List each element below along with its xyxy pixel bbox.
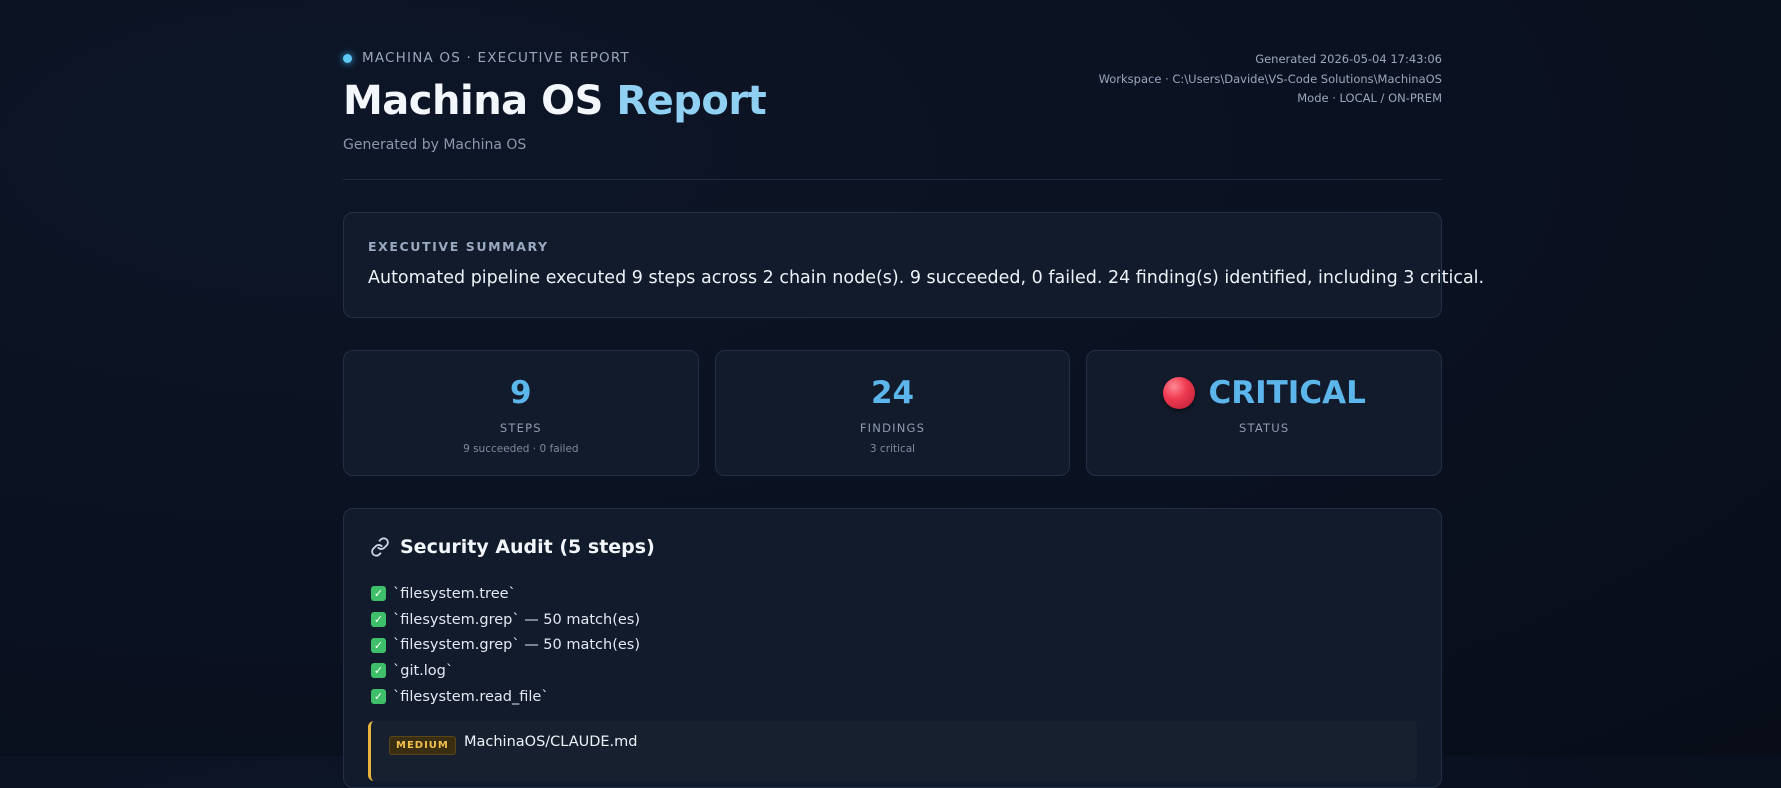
status-dot-icon [343,53,352,63]
stat-card-findings: 24 FINDINGS 3 critical [714,350,1071,476]
eyebrow-label: MACHINA OS · EXECUTIVE REPORT [362,50,630,66]
section-title: Security Audit (5 steps) [370,536,655,558]
title-accent: Report [616,78,767,124]
step-label: `git.log` [393,662,454,679]
list-item: ✓ `filesystem.tree` [371,581,640,607]
executive-summary-card: EXECUTIVE SUMMARY Automated pipeline exe… [343,212,1484,318]
page-subtitle: Generated by Machina OS [343,137,527,153]
stat-value: 9 [510,375,532,411]
list-item: ✓ `filesystem.read_file` [371,684,640,710]
check-icon: ✓ [371,612,386,628]
severity-badge: MEDIUM [389,736,456,755]
section-title-text: Security Audit (5 steps) [400,536,655,558]
steps-list: ✓ `filesystem.tree` ✓ `filesystem.grep` — … [371,581,640,709]
page-title: Machina OS Report [343,78,767,124]
check-icon: ✓ [371,663,386,679]
critical-indicator-icon [1162,377,1195,409]
list-item: ✓ `git.log` [371,658,640,684]
check-icon: ✓ [371,689,386,705]
check-icon: ✓ [371,586,386,602]
step-label: `filesystem.grep` — 50 match(es) [393,611,641,628]
stat-name: STEPS [499,421,542,435]
report-eyebrow: MACHINA OS · EXECUTIVE REPORT [343,50,630,66]
report-meta: Generated 2026-05-04 17:43:06 Workspace … [1099,50,1442,109]
finding-file: MachinaOS/CLAUDE.md [464,734,638,750]
title-main: Machina OS [343,78,617,124]
stat-name: FINDINGS [859,421,926,435]
check-icon: ✓ [371,637,386,653]
step-label: `filesystem.grep` — 50 match(es) [393,637,641,654]
report-header: MACHINA OS · EXECUTIVE REPORT Machina OS… [343,48,1442,180]
meta-mode: Mode · LOCAL / ON-PREM [1297,91,1442,105]
meta-generated: Generated 2026-05-04 17:43:06 [1255,52,1442,66]
stat-card-status: CRITICAL STATUS [1086,350,1443,476]
meta-workspace: Workspace · C:\Users\Davide\VS-Code Solu… [1098,71,1442,86]
stat-sub: 3 critical [869,443,916,455]
finding-card[interactable]: MEDIUM MachinaOS/CLAUDE.md [368,721,1417,781]
stat-sub: 9 succeeded · 0 failed [463,443,579,455]
stat-value: 24 [870,375,915,411]
report-page: MACHINA OS · EXECUTIVE REPORT Machina OS… [343,0,1484,788]
link-icon [371,537,389,557]
security-audit-section: Security Audit (5 steps) ✓ `filesystem.tr… [343,508,1442,788]
step-label: `filesystem.read_file` [393,688,549,705]
step-label: `filesystem.tree` [393,585,516,602]
stat-card-steps: 9 STEPS 9 succeeded · 0 failed [343,350,699,476]
stats-row: 9 STEPS 9 succeeded · 0 failed 24 FINDIN… [343,350,1443,476]
summary-text: Automated pipeline executed 9 steps acro… [368,268,1485,288]
list-item: ✓ `filesystem.grep` — 50 match(es) [371,607,640,633]
status-value: CRITICAL [1208,375,1366,411]
status-value-row: CRITICAL [1087,375,1441,411]
stat-name: STATUS [1239,421,1290,435]
summary-label: EXECUTIVE SUMMARY [368,239,549,254]
list-item: ✓ `filesystem.grep` — 50 match(es) [371,632,640,658]
